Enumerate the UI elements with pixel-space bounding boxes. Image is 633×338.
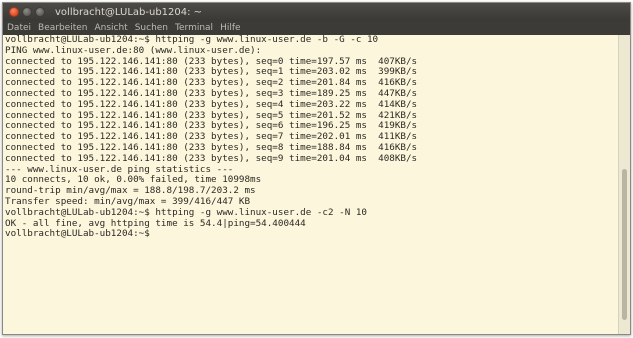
connection-line: connected to 195.122.146.141:80 (233 byt… [5,152,418,164]
vertical-scrollbar[interactable] [618,35,630,334]
connection-line: connected to 195.122.146.141:80 (233 byt… [5,98,418,110]
window-title: vollbracht@LULab-ub1204: ~ [55,6,203,18]
menu-datei[interactable]: Datei [7,23,31,33]
close-icon[interactable] [9,7,19,17]
menu-bearbeiten[interactable]: Bearbeiten [38,23,87,33]
title-bar[interactable]: vollbracht@LULab-ub1204: ~ [3,3,630,21]
scrollbar-thumb[interactable] [622,169,627,320]
menu-bar: Datei Bearbeiten Ansicht Suchen Terminal… [3,21,630,35]
maximize-icon[interactable] [35,7,45,17]
terminal-output[interactable]: vollbracht@LULab-ub1204:~$ httping -g ww… [3,35,618,334]
minimize-icon[interactable] [22,7,32,17]
menu-hilfe[interactable]: Hilfe [220,23,240,33]
menu-suchen[interactable]: Suchen [135,23,168,33]
window-controls [9,7,45,17]
menu-ansicht[interactable]: Ansicht [94,23,127,33]
command-line-httping-nagios: vollbracht@LULab-ub1204:~$ httping -g ww… [5,206,367,218]
shell-prompt-line[interactable]: vollbracht@LULab-ub1204:~$ [5,229,618,240]
menu-terminal[interactable]: Terminal [175,23,213,33]
ping-header-line: PING www.linux-user.de:80 (www.linux-use… [5,44,262,56]
terminal-window: vollbracht@LULab-ub1204: ~ Datei Bearbei… [2,2,631,335]
